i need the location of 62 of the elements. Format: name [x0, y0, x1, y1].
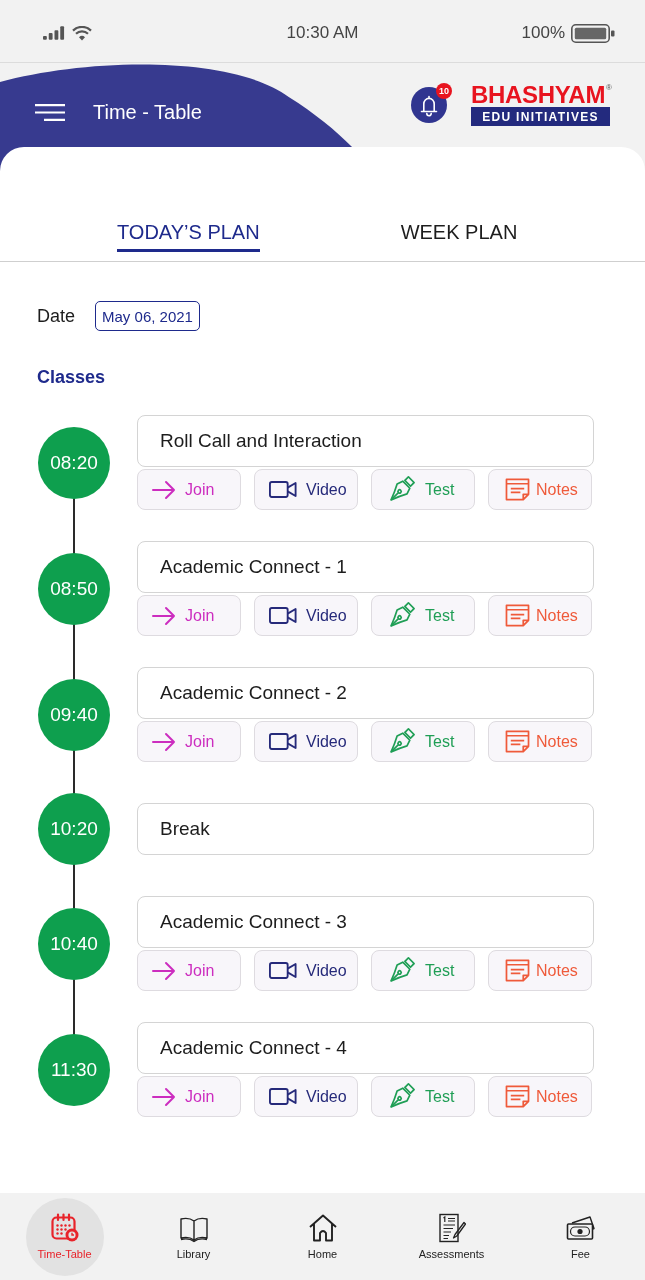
plan-tab[interactable]: WEEK PLAN [400, 220, 518, 252]
arrow-icon [152, 731, 176, 752]
time-circle: 08:20 [38, 426, 110, 499]
video-camera-icon [269, 480, 297, 499]
time-circle: 10:40 [38, 907, 110, 980]
house-icon [307, 1213, 338, 1243]
nav-item[interactable]: Fee [565, 1213, 596, 1260]
calendar-clock-icon [49, 1213, 80, 1243]
time-circle: 11:30 [38, 1033, 110, 1106]
logo-wordmark: BHASHYAM [471, 84, 606, 106]
notepad-icon [505, 1085, 530, 1108]
banknote-icon [565, 1213, 596, 1243]
notepad-icon [505, 959, 530, 982]
class-title-card[interactable]: Academic Connect - 1 [137, 541, 594, 593]
date-field[interactable]: May 06, 2021 [95, 301, 200, 331]
nav-item[interactable]: Library [176, 1213, 211, 1260]
signal-icon [43, 26, 66, 40]
menu-icon[interactable] [35, 103, 65, 121]
battery-percent: 100% [521, 23, 565, 43]
video-button[interactable]: Video [254, 1076, 358, 1117]
arrow-icon [152, 479, 176, 500]
video-button[interactable]: Video [254, 595, 358, 636]
wifi-icon [72, 25, 92, 41]
battery-icon [571, 23, 615, 43]
nav-item[interactable]: Assessments [418, 1213, 485, 1260]
join-button[interactable]: Join [137, 950, 241, 991]
video-button[interactable]: Video [254, 721, 358, 762]
notepad-icon [505, 478, 530, 501]
class-title-card[interactable]: Academic Connect - 4 [137, 1022, 594, 1074]
class-title-card[interactable]: Roll Call and Interaction [137, 415, 594, 467]
section-title: Classes [37, 366, 106, 388]
join-button[interactable]: Join [137, 1076, 241, 1117]
notepad-icon [505, 730, 530, 753]
nav-item[interactable]: Home [307, 1213, 338, 1260]
class-title-card[interactable]: Academic Connect - 3 [137, 896, 594, 948]
notification-count-badge: 10 [436, 83, 452, 99]
page-title: Time - Table [93, 100, 202, 124]
video-button[interactable]: Video [254, 469, 358, 510]
class-title-card[interactable]: Academic Connect - 2 [137, 667, 594, 719]
date-label: Date [37, 305, 76, 327]
document-pen-icon [436, 1213, 467, 1243]
video-camera-icon [269, 606, 297, 625]
join-button[interactable]: Join [137, 469, 241, 510]
time-circle: 09:40 [38, 678, 110, 751]
time-circle: 10:20 [38, 793, 110, 865]
video-button[interactable]: Video [254, 950, 358, 991]
video-camera-icon [269, 1087, 297, 1106]
video-camera-icon [269, 961, 297, 980]
arrow-icon [152, 605, 176, 626]
video-camera-icon [269, 732, 297, 751]
plan-tab[interactable]: TODAY’S PLAN [117, 220, 260, 252]
notepad-icon [505, 604, 530, 627]
notification-bell-icon[interactable] [411, 87, 447, 123]
join-button[interactable]: Join [137, 721, 241, 762]
status-time: 10:30 AM [286, 23, 359, 43]
arrow-icon [152, 960, 176, 981]
registered-mark: ® [606, 84, 612, 92]
time-circle: 08:50 [38, 552, 110, 625]
arrow-icon [152, 1086, 176, 1107]
join-button[interactable]: Join [137, 595, 241, 636]
logo-tagline: EDU INITIATIVES [471, 107, 610, 126]
class-title-card[interactable]: Break [137, 803, 594, 855]
